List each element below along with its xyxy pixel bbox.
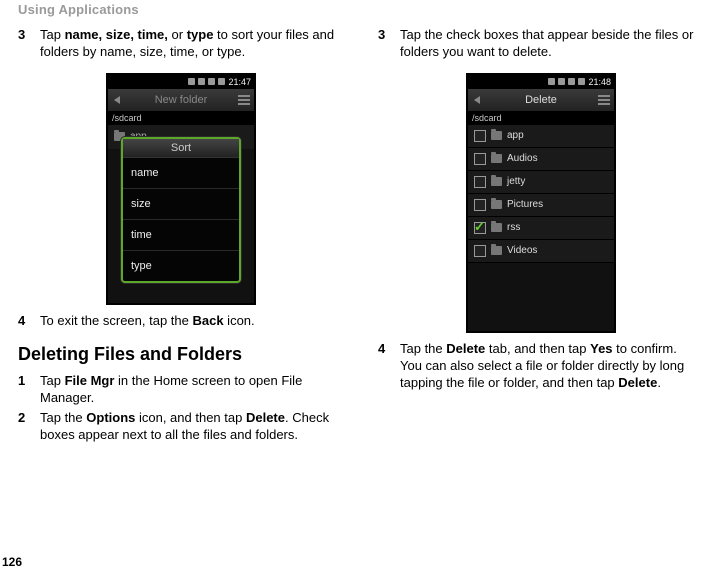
text: tab, and then tap: [485, 341, 590, 356]
checkbox-icon[interactable]: [474, 199, 486, 211]
text: icon.: [224, 313, 255, 328]
folder-icon: [491, 223, 502, 232]
item-label: Videos: [507, 245, 537, 256]
text-bold: Yes: [590, 341, 612, 356]
status-icon: [198, 78, 205, 85]
page-number: 126: [2, 555, 22, 569]
text: or: [168, 27, 187, 42]
text-bold: name, size, time,: [65, 27, 168, 42]
step-number: 3: [378, 27, 400, 61]
checkbox-icon[interactable]: [474, 153, 486, 165]
left-column: 3 Tap name, size, time, or type to sort …: [18, 27, 344, 573]
back-icon[interactable]: [112, 94, 124, 106]
title-bar: New folder: [108, 89, 254, 111]
text-bold: File Mgr: [65, 373, 115, 388]
status-bar: 21:48: [468, 75, 614, 89]
delete-list: app Audios jetty Pictures rss Videos: [468, 125, 614, 263]
text: Tap the: [40, 410, 86, 425]
sort-popup: Sort name size time type: [121, 137, 241, 283]
screenshot-sort: 21:47 New folder /sdcard app Sort name s…: [106, 73, 256, 305]
step-number: 2: [18, 410, 40, 444]
status-bar: 21:47: [108, 75, 254, 89]
screen-title: New folder: [124, 94, 238, 106]
step-body: Tap the Options icon, and then tap Delet…: [40, 410, 344, 444]
folder-icon: [491, 246, 502, 255]
left-step-2: 2 Tap the Options icon, and then tap Del…: [18, 410, 344, 444]
left-step-3: 3 Tap name, size, time, or type to sort …: [18, 27, 344, 61]
step-body: Tap the check boxes that appear beside t…: [400, 27, 704, 61]
status-icon: [548, 78, 555, 85]
list-item[interactable]: Videos: [468, 240, 614, 263]
list-item[interactable]: Pictures: [468, 194, 614, 217]
menu-icon[interactable]: [238, 95, 250, 105]
folder-icon: [491, 154, 502, 163]
status-icon: [578, 78, 585, 85]
text: Tap the: [400, 341, 446, 356]
sort-option-time[interactable]: time: [123, 220, 239, 251]
item-label: app: [507, 130, 524, 141]
folder-icon: [491, 200, 502, 209]
step-number: 4: [18, 313, 40, 330]
status-icon: [218, 78, 225, 85]
screenshot-delete: 21:48 Delete /sdcard app Audios jetty Pi…: [466, 73, 616, 333]
right-step-3: 3 Tap the check boxes that appear beside…: [378, 27, 704, 61]
page-header: Using Applications: [18, 2, 704, 17]
step-body: Tap File Mgr in the Home screen to open …: [40, 373, 344, 407]
text: .: [657, 375, 661, 390]
sort-popup-title: Sort: [123, 139, 239, 158]
text-bold: Delete: [246, 410, 285, 425]
left-step-4: 4 To exit the screen, tap the Back icon.: [18, 313, 344, 330]
step-body: Tap name, size, time, or type to sort yo…: [40, 27, 344, 61]
step-body: To exit the screen, tap the Back icon.: [40, 313, 255, 330]
right-step-4: 4 Tap the Delete tab, and then tap Yes t…: [378, 341, 704, 392]
path-text: /sdcard: [108, 111, 254, 125]
section-heading: Deleting Files and Folders: [18, 344, 344, 365]
title-bar: Delete: [468, 89, 614, 111]
status-icon: [208, 78, 215, 85]
back-icon[interactable]: [472, 94, 484, 106]
sort-option-name[interactable]: name: [123, 158, 239, 189]
text: Tap: [40, 373, 65, 388]
text-bold: Options: [86, 410, 135, 425]
text: to confirm.: [613, 341, 677, 356]
folder-icon: [491, 177, 502, 186]
sort-option-size[interactable]: size: [123, 189, 239, 220]
list-item[interactable]: rss: [468, 217, 614, 240]
path-text: /sdcard: [468, 111, 614, 125]
item-label: jetty: [507, 176, 525, 187]
screen-title: Delete: [484, 94, 598, 106]
list-item[interactable]: Audios: [468, 148, 614, 171]
step-number: 4: [378, 341, 400, 392]
text: To exit the screen, tap the: [40, 313, 192, 328]
status-time: 21:48: [588, 77, 611, 87]
item-label: Pictures: [507, 199, 543, 210]
status-icon: [558, 78, 565, 85]
text-bold: Delete: [618, 375, 657, 390]
step-number: 1: [18, 373, 40, 407]
text-bold: Delete: [446, 341, 485, 356]
item-label: Audios: [507, 153, 538, 164]
left-step-1: 1 Tap File Mgr in the Home screen to ope…: [18, 373, 344, 407]
list-item[interactable]: jetty: [468, 171, 614, 194]
text-bold: type: [187, 27, 214, 42]
status-icon: [568, 78, 575, 85]
status-icon: [188, 78, 195, 85]
step-number: 3: [18, 27, 40, 61]
folder-icon: [491, 131, 502, 140]
checkbox-icon[interactable]: [474, 130, 486, 142]
right-column: 3 Tap the check boxes that appear beside…: [378, 27, 704, 573]
text: Tap: [40, 27, 65, 42]
text-bold: Back: [192, 313, 223, 328]
status-time: 21:47: [228, 77, 251, 87]
step-body: Tap the Delete tab, and then tap Yes to …: [400, 341, 704, 392]
checkbox-icon[interactable]: [474, 176, 486, 188]
checkbox-icon[interactable]: [474, 222, 486, 234]
item-label: rss: [507, 222, 520, 233]
sort-option-type[interactable]: type: [123, 251, 239, 281]
checkbox-icon[interactable]: [474, 245, 486, 257]
menu-icon[interactable]: [598, 95, 610, 105]
list-item[interactable]: app: [468, 125, 614, 148]
text: icon, and then tap: [135, 410, 246, 425]
